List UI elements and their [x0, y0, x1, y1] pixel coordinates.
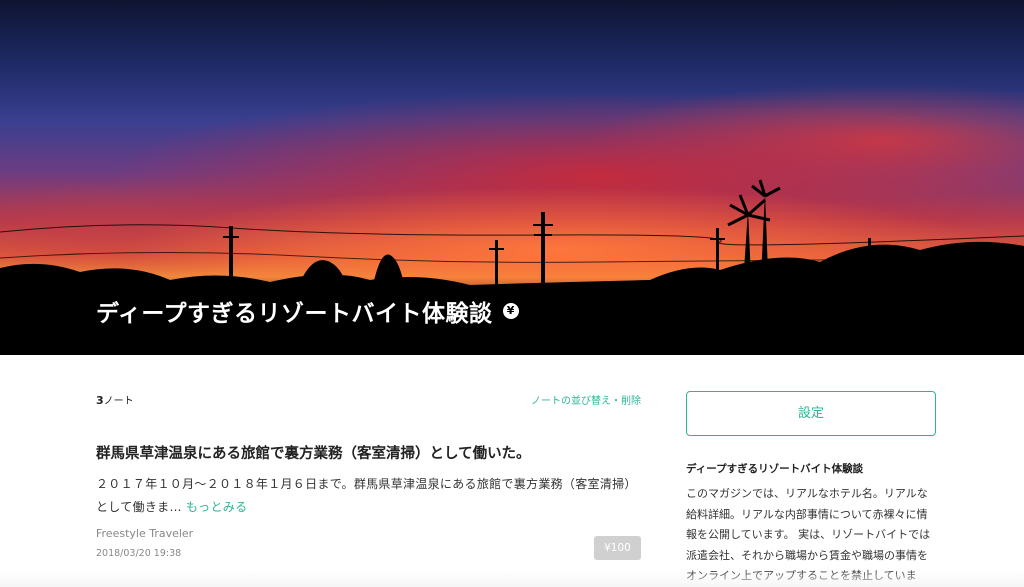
note-excerpt-text: ２０１７年１０月〜２０１８年１月６日まで。群馬県草津温泉にある旅館で裏方業務（客…	[96, 477, 637, 514]
price-badge: ¥100	[594, 536, 641, 560]
magazine-description: このマガジンでは、リアルなホテル名。リアルな給料詳細。リアルな内部事情について赤…	[686, 487, 931, 582]
paid-magazine-icon: ¥	[502, 303, 519, 319]
note-count: 3ノート	[96, 392, 134, 407]
magazine-title-row: ディープすぎるリゾートバイト体験談 ¥	[96, 294, 519, 328]
magazine-title: ディープすぎるリゾートバイト体験談	[96, 301, 493, 327]
note-list-meta: 3ノート ノートの並び替え・削除	[96, 392, 641, 408]
note-count-unit: ノート	[103, 396, 134, 407]
magazine-header-image: ディープすぎるリゾートバイト体験談 ¥	[0, 0, 1024, 355]
note-excerpt: ２０１７年１０月〜２０１８年１月６日まで。群馬県草津温泉にある旅館で裏方業務（客…	[96, 473, 644, 519]
note-date: 2018/03/20 19:38	[96, 548, 182, 559]
note-count-number: 3	[96, 394, 104, 407]
settings-button[interactable]: 設定	[686, 391, 936, 436]
note-author[interactable]: Freestyle Traveler	[96, 527, 193, 540]
read-more-link[interactable]: もっとみる	[186, 500, 248, 514]
sidebar-magazine-title: ディープすぎるリゾートバイト体験談	[686, 463, 864, 475]
note-title[interactable]: 群馬県草津温泉にある旅館で裏方業務（客室清掃）として働いた。	[96, 442, 531, 463]
sort-delete-notes-link[interactable]: ノートの並び替え・削除	[531, 392, 641, 407]
